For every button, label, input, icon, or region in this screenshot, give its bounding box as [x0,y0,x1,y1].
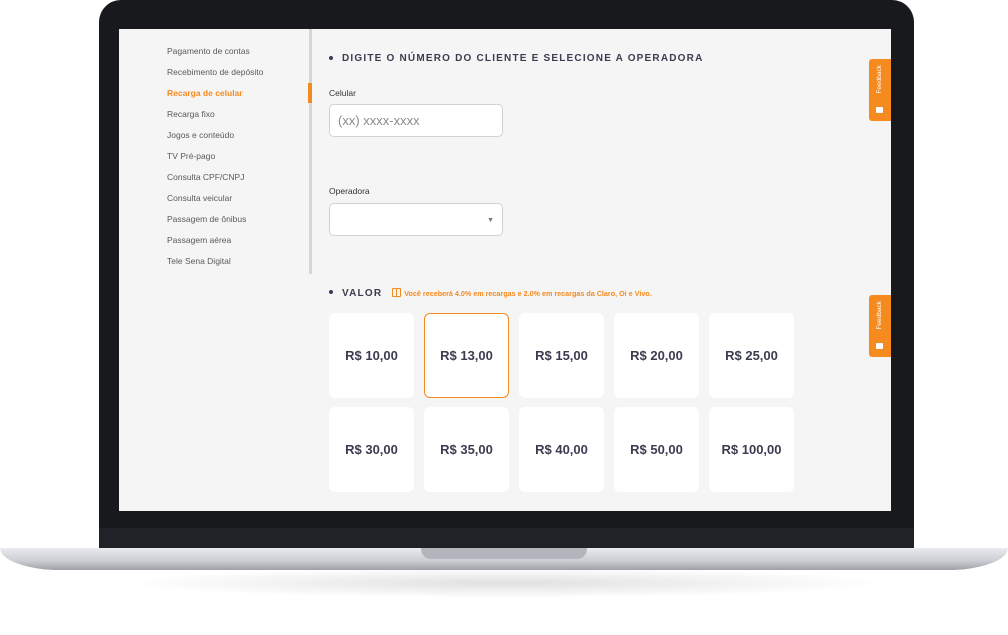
sidebar-item-passagem-de-onibus[interactable]: Passagem de ônibus [167,213,263,234]
bullet-icon [329,56,333,61]
valor-note: Você receberá 4.0% em recargas e 2.0% em… [392,288,652,298]
laptop-notch [421,548,587,559]
sidebar-item-tv-pre-pago[interactable]: TV Pré-pago [167,150,263,171]
sidebar-item-recebimento-de-deposito[interactable]: Recebimento de depósito [167,66,263,87]
valor-header: VALOR Você receberá 4.0% em recargas e 2.… [329,283,652,301]
sidebar-item-tele-sena-digital[interactable]: Tele Sena Digital [167,255,263,276]
valor-option-card[interactable]: R$ 25,00 [709,313,794,398]
valor-title: VALOR [342,288,383,299]
sidebar-active-marker [308,83,312,103]
valor-note-text: Você receberá 4.0% em recargas e 2.0% em… [404,289,652,298]
feedback-label: Feedback [876,301,883,330]
sidebar-item-recarga-de-celular[interactable]: Recarga de celular [167,87,263,108]
bullet-icon [329,289,333,294]
valor-option-card[interactable]: R$ 10,00 [329,313,414,398]
operadora-label: Operadora [329,186,370,196]
sidebar-item-recarga-fixo[interactable]: Recarga fixo [167,108,263,129]
gift-icon [392,288,402,297]
main-content: DIGITE O NÚMERO DO CLIENTE E SELECIONE A… [329,29,889,511]
celular-field [329,104,503,137]
operadora-select[interactable]: ▼ [329,203,503,236]
celular-label: Celular [329,88,356,98]
sidebar-item-pagamento-de-contas[interactable]: Pagamento de contas [167,45,263,66]
sidebar-item-passagem-aerea[interactable]: Passagem aérea [167,234,263,255]
feedback-label: Feedback [876,65,883,94]
valor-option-card[interactable]: R$ 40,00 [519,407,604,492]
feedback-icon [876,343,883,349]
screen: Pagamento de contas Recebimento de depós… [119,29,891,511]
valor-option-card[interactable]: R$ 30,00 [329,407,414,492]
sidebar-divider [309,29,312,274]
sidebar-item-consulta-cpf-cnpj[interactable]: Consulta CPF/CNPJ [167,171,263,192]
section-title: DIGITE O NÚMERO DO CLIENTE E SELECIONE A… [329,53,704,64]
sidebar: Pagamento de contas Recebimento de depós… [119,29,312,511]
sidebar-item-consulta-veicular[interactable]: Consulta veicular [167,192,263,213]
laptop-shadow [120,568,890,598]
valor-option-card[interactable]: R$ 20,00 [614,313,699,398]
valor-option-card[interactable]: R$ 15,00 [519,313,604,398]
feedback-tab[interactable]: Feedback [869,295,891,357]
valor-option-card-selected[interactable]: R$ 13,00 [424,313,509,398]
celular-input[interactable] [330,105,502,136]
chevron-down-icon: ▼ [487,217,494,224]
sidebar-item-jogos-e-conteudo[interactable]: Jogos e conteúdo [167,129,263,150]
section-title-text: DIGITE O NÚMERO DO CLIENTE E SELECIONE A… [342,53,704,64]
feedback-tab[interactable]: Feedback [869,59,891,121]
sidebar-menu: Pagamento de contas Recebimento de depós… [167,45,263,276]
valor-option-card[interactable]: R$ 100,00 [709,407,794,492]
feedback-icon [876,107,883,113]
laptop-bezel-bottom [99,528,914,550]
valor-option-card[interactable]: R$ 50,00 [614,407,699,492]
valor-option-card[interactable]: R$ 35,00 [424,407,509,492]
